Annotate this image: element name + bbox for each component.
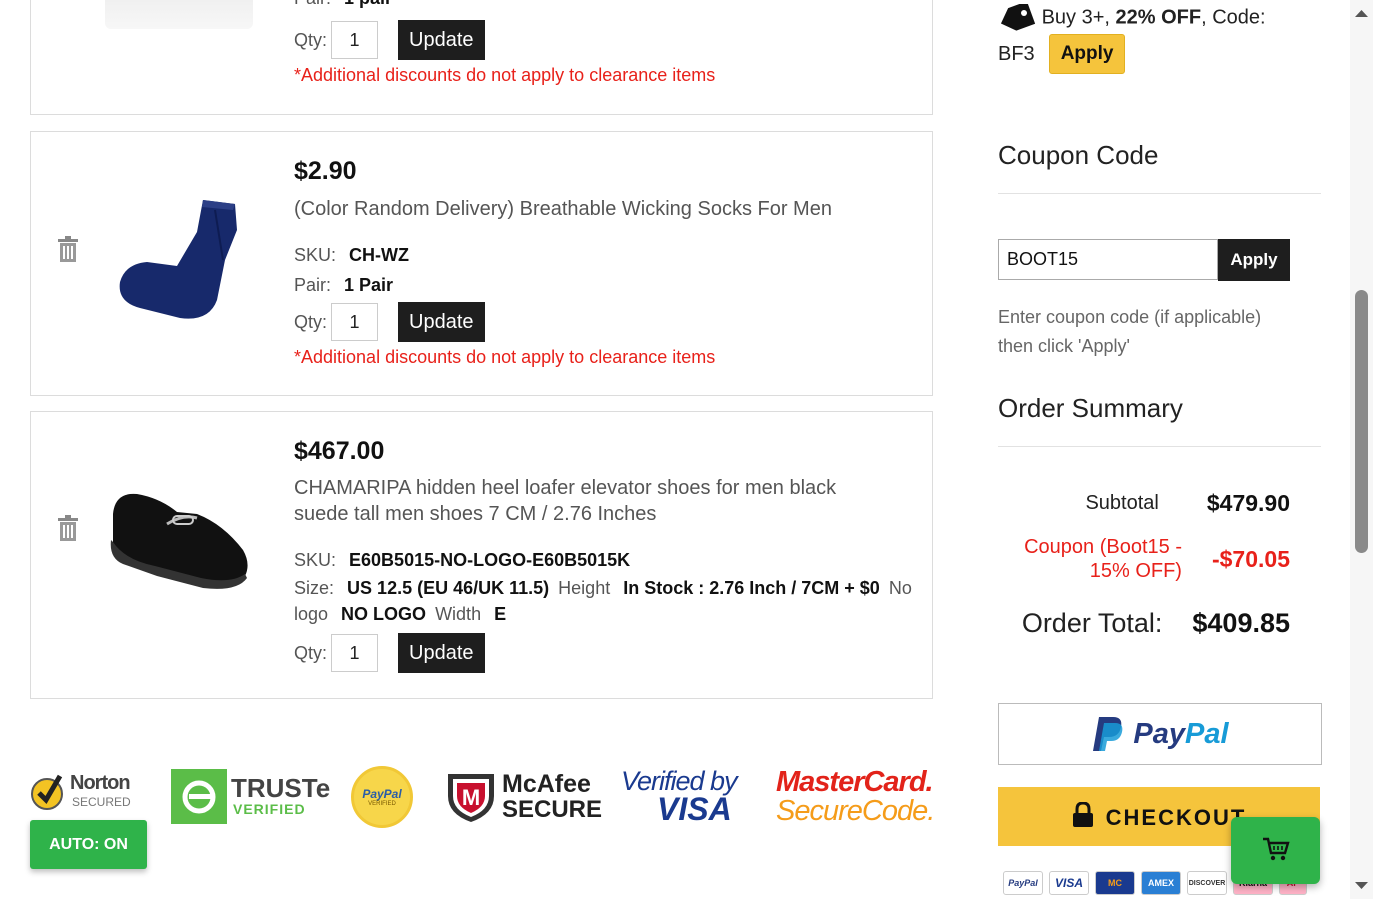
coupon-discount-value: -$70.05: [1211, 545, 1290, 572]
qty-input[interactable]: [331, 634, 379, 672]
mc-bottom-text: SecureCode.: [776, 795, 935, 827]
promo-code: BF3: [998, 42, 1035, 65]
divider: [998, 446, 1321, 447]
checkout-label: CHECKOUT: [1105, 805, 1247, 830]
scroll-thumb[interactable]: [1355, 290, 1368, 553]
lock-icon: [1072, 801, 1093, 827]
coupon-input[interactable]: [998, 239, 1218, 280]
qty-input[interactable]: [331, 21, 379, 59]
truste-sub: VERIFIED: [233, 801, 306, 817]
coupon-discount-label: Coupon (Boot15 - 15% OFF): [1024, 536, 1182, 582]
visa-card-icon: VISA: [1049, 871, 1089, 895]
promo-banner: Buy 3+, 22% OFF, Code: BF3 Apply: [998, 1, 1321, 74]
qty-input[interactable]: [331, 303, 379, 341]
qty-label: Qty:: [294, 311, 328, 332]
auto-toggle-button[interactable]: AUTO: ON: [30, 820, 147, 869]
amex-icon: AMEX: [1141, 871, 1181, 895]
norton-text: Norton: [70, 772, 131, 794]
norton-badge: Norton SECURED: [30, 768, 148, 818]
paypal-seal-text: PayPal: [362, 787, 402, 801]
mastercard-icon: MC: [1095, 871, 1135, 895]
scroll-up-icon[interactable]: [1350, 6, 1373, 20]
height-label: Height: [558, 578, 611, 598]
order-summary-title: Order Summary: [998, 393, 1183, 423]
width-label: Width: [435, 604, 482, 624]
clearance-warning: *Additional discounts do not apply to cl…: [294, 65, 716, 85]
truste-badge: TRUSTe VERIFIED: [171, 769, 331, 825]
qty-label: Qty:: [294, 29, 328, 50]
size-label: Size:: [294, 578, 335, 598]
cart-item: $2.90 (Color Random Delivery) Breathable…: [30, 131, 933, 396]
subtotal-value: $479.90: [1206, 490, 1290, 516]
cart-fab-button[interactable]: [1231, 817, 1320, 884]
mcafee-badge: M McAfee SECURE: [444, 768, 604, 824]
logo-value: NO LOGO: [341, 604, 427, 624]
update-button[interactable]: Update: [398, 633, 485, 673]
divider: [998, 193, 1321, 194]
paypal-verified-badge: PayPal VERIFIED: [351, 766, 413, 828]
pair-value: 1 Pair: [344, 275, 394, 295]
promo-text-prefix: Buy 3+,: [1041, 6, 1110, 29]
paypal-pay-text: Pay: [1133, 717, 1186, 750]
product-image[interactable]: [105, 190, 255, 330]
check-icon: [31, 774, 63, 810]
pair-value: 1 pair: [344, 0, 392, 8]
promo-code-label: , Code:: [1201, 6, 1266, 29]
item-price: $2.90: [294, 157, 357, 185]
tag-icon: [1000, 1, 1036, 31]
paypal-button[interactable]: Pay Pal: [998, 703, 1322, 765]
sku-value: CH-WZ: [349, 245, 410, 265]
trash-icon[interactable]: [57, 514, 79, 542]
trash-icon[interactable]: [57, 235, 79, 263]
promo-apply-button[interactable]: Apply: [1048, 34, 1126, 74]
update-button[interactable]: Update: [398, 20, 485, 60]
paypal-icon: [1093, 717, 1123, 751]
height-value: In Stock : 2.76 Inch / 7CM + $0: [623, 578, 880, 598]
truste-icon: [171, 769, 227, 824]
discover-icon: DISCOVER: [1187, 871, 1227, 895]
width-value: E: [494, 604, 507, 624]
svg-text:M: M: [462, 785, 480, 810]
product-name[interactable]: (Color Random Delivery) Breathable Wicki…: [294, 196, 912, 222]
product-name[interactable]: CHAMARIPA hidden heel loafer elevator sh…: [294, 475, 884, 527]
cart-icon: [1262, 837, 1290, 861]
clearance-warning: *Additional discounts do not apply to cl…: [294, 347, 716, 367]
paypal-card-icon: PayPal: [1003, 871, 1043, 895]
size-value: US 12.5 (EU 46/UK 11.5): [347, 578, 550, 598]
coupon-hint: Enter coupon code (if applicable) then c…: [998, 307, 1262, 356]
product-image[interactable]: [105, 0, 253, 29]
coupon-title: Coupon Code: [998, 140, 1159, 170]
trust-badges: Norton SECURED TRUSTe VERIFIED PayPal VE…: [30, 760, 935, 840]
order-total-label: Order Total:: [1021, 608, 1163, 638]
norton-sub: SECURED: [72, 795, 131, 809]
cart-item: $467.00 CHAMARIPA hidden heel loafer ele…: [30, 411, 933, 699]
update-button[interactable]: Update: [398, 302, 485, 342]
coupon-apply-button[interactable]: Apply: [1218, 239, 1290, 281]
truste-text: TRUSTe: [231, 773, 331, 803]
visa-bottom-text: VISA: [657, 791, 732, 827]
verified-by-visa-badge: Verified by VISA: [621, 766, 761, 827]
item-price: $467.00: [294, 437, 385, 465]
mcafee-sub: SECURE: [502, 796, 603, 823]
cart-item: Pair: 1 pair Qty: Update *Additional dis…: [30, 0, 933, 115]
scrollbar[interactable]: [1350, 0, 1373, 899]
paypal-pal-text: Pal: [1185, 717, 1229, 750]
order-total-value: $409.85: [1192, 608, 1290, 638]
mastercard-securecode-badge: MasterCard. SecureCode.: [776, 766, 935, 828]
sku-label: SKU:: [294, 550, 337, 570]
order-summary: Subtotal $479.90 Coupon (Boot15 - 15% OF…: [998, 480, 1321, 650]
product-image[interactable]: [105, 484, 255, 594]
promo-discount: 22% OFF: [1115, 6, 1202, 29]
pair-label: Pair:: [294, 0, 331, 8]
mcafee-text: McAfee: [502, 770, 591, 798]
mcafee-shield-icon: M: [448, 774, 494, 822]
qty-label: Qty:: [294, 642, 328, 663]
paypal-seal-sub: VERIFIED: [368, 801, 396, 807]
sku-value: E60B5015-NO-LOGO-E60B5015K: [349, 550, 631, 570]
scroll-down-icon[interactable]: [1350, 879, 1373, 893]
sku-label: SKU:: [294, 245, 337, 265]
pair-label: Pair:: [294, 275, 332, 295]
subtotal-label: Subtotal: [1085, 492, 1159, 514]
